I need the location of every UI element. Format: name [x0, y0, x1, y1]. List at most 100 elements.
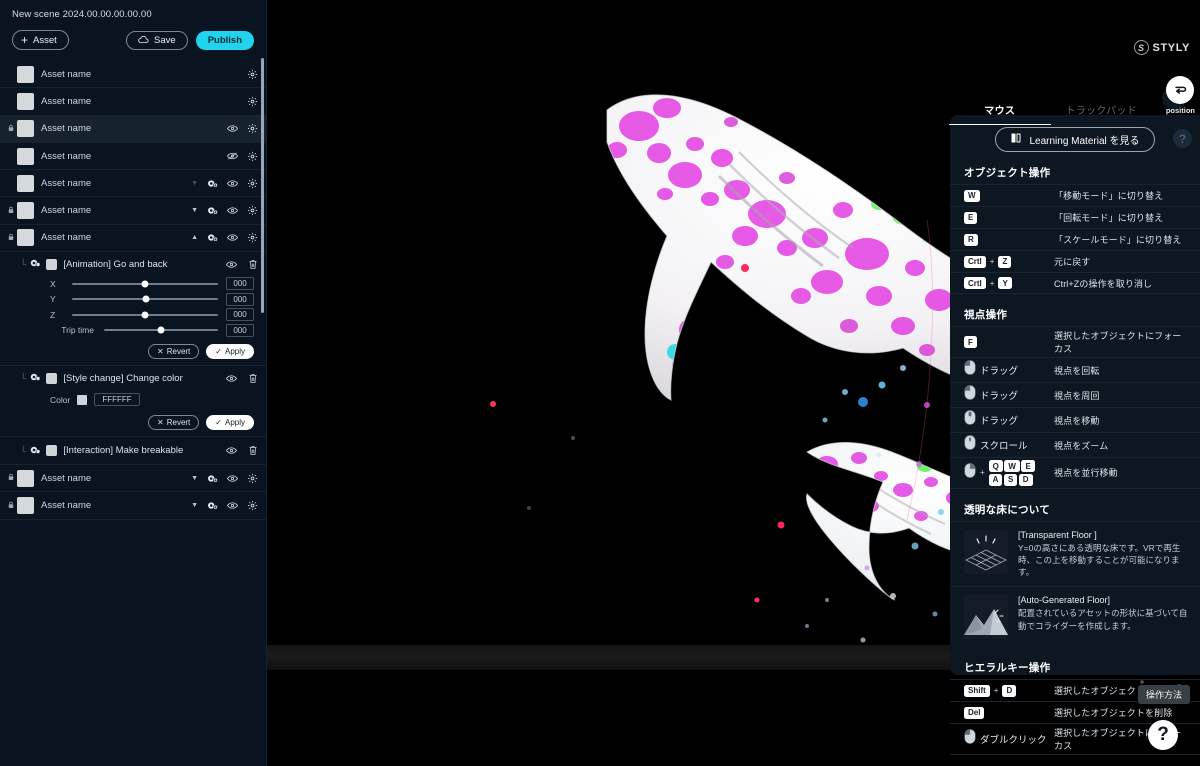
gear-icon[interactable]	[247, 69, 258, 80]
asset-row[interactable]: Asset name	[0, 143, 266, 171]
add-module-icon[interactable]	[207, 178, 218, 189]
trash-icon[interactable]	[247, 445, 258, 456]
lock-icon[interactable]	[6, 124, 15, 134]
asset-row-expanded[interactable]: Asset name ▲	[0, 225, 266, 253]
apply-button[interactable]: ✓ Apply	[206, 344, 254, 360]
eye-icon[interactable]	[226, 445, 237, 456]
slider-value-z[interactable]: 000	[226, 308, 254, 322]
add-asset-button[interactable]: + Asset	[12, 30, 69, 50]
chevron-up-icon[interactable]: ▲	[191, 234, 198, 241]
eye-icon[interactable]	[227, 473, 238, 484]
chevron-down-icon[interactable]: ▼	[191, 475, 198, 482]
slider-knob[interactable]	[157, 326, 165, 334]
key-d: D	[1018, 473, 1033, 486]
howto-tooltip[interactable]: 操作方法	[1137, 685, 1190, 704]
slider-value-trip-time[interactable]: 000	[226, 323, 254, 337]
chevron-down-icon[interactable]: ▼	[191, 207, 198, 214]
gear-icon[interactable]	[247, 205, 258, 216]
asset-row-icons	[227, 151, 258, 162]
learning-material-button[interactable]: Learning Material を見る	[995, 127, 1155, 152]
publish-button[interactable]: Publish	[195, 30, 254, 50]
gear-icon[interactable]	[247, 473, 258, 484]
panel-help-button[interactable]: ?	[1173, 129, 1192, 148]
asset-row-icons: ▼	[191, 205, 258, 216]
eye-icon[interactable]	[227, 500, 238, 511]
tab-trackpad[interactable]: トラックパッド	[1051, 102, 1153, 125]
revert-button[interactable]: ✕ Revert	[148, 415, 200, 431]
eye-icon[interactable]	[227, 205, 238, 216]
sidebar-scrollbar[interactable]	[261, 58, 264, 313]
eye-icon[interactable]	[226, 259, 237, 270]
wasd-keypad: Q W E A S D	[988, 460, 1035, 486]
lock-icon[interactable]	[6, 473, 15, 483]
eye-icon[interactable]	[226, 373, 237, 384]
chevron-down-icon[interactable]: ▼	[191, 180, 198, 187]
slider-knob[interactable]	[141, 311, 149, 319]
shortcut-keys: Shift + D	[964, 684, 1054, 697]
gear-icon[interactable]	[247, 151, 258, 162]
lock-icon[interactable]	[6, 206, 15, 216]
apply-button[interactable]: ✓ Apply	[206, 415, 254, 431]
tab-mouse[interactable]: マウス	[949, 102, 1051, 125]
chevron-down-icon[interactable]: ▼	[191, 502, 198, 509]
slider-track-z[interactable]	[72, 311, 218, 319]
slider-value-y[interactable]: 000	[226, 292, 254, 306]
save-button[interactable]: Save	[126, 30, 188, 50]
slider-value-x[interactable]: 000	[226, 277, 254, 291]
asset-row-selected[interactable]: Asset name	[0, 115, 266, 143]
gear-icon[interactable]	[247, 96, 258, 107]
add-module-icon[interactable]	[207, 205, 218, 216]
module-thumbnail	[46, 372, 58, 384]
gear-icon[interactable]	[247, 123, 258, 134]
module-header[interactable]: └ [Interaction] Make breakable	[8, 437, 258, 464]
add-module-icon[interactable]	[207, 232, 218, 243]
eye-off-icon[interactable]	[227, 151, 238, 162]
asset-row[interactable]: Asset name	[0, 61, 266, 89]
slider-knob[interactable]	[141, 280, 149, 288]
module-actions: ✕ Revert ✓ Apply	[8, 344, 258, 360]
lock-icon[interactable]	[6, 501, 15, 511]
add-module-icon[interactable]	[207, 500, 218, 511]
slider-knob[interactable]	[142, 295, 150, 303]
eye-icon[interactable]	[227, 123, 238, 134]
apply-label: Apply	[224, 418, 245, 428]
key-del: Del	[964, 706, 985, 719]
module-header[interactable]: └ [Animation] Go and back	[8, 252, 258, 276]
floor-card-title: [Auto-Generated Floor]	[1018, 595, 1111, 606]
revert-button[interactable]: ✕ Revert	[148, 344, 200, 360]
color-hex-input[interactable]: FFFFFF	[94, 393, 140, 407]
position-button[interactable]: position	[1166, 76, 1195, 115]
gear-icon[interactable]	[247, 178, 258, 189]
color-swatch[interactable]	[77, 394, 88, 405]
asset-name: Asset name	[41, 472, 92, 484]
trash-icon[interactable]	[247, 373, 258, 384]
section-title-object-ops: オブジェクト操作	[964, 167, 1051, 179]
lock-icon[interactable]	[6, 233, 15, 243]
asset-row[interactable]: Asset name ▼	[0, 170, 266, 198]
key-e: E	[1021, 460, 1035, 472]
add-module-icon[interactable]	[207, 473, 218, 484]
gear-icon[interactable]	[247, 232, 258, 243]
asset-row[interactable]: Asset name ▼	[0, 197, 266, 225]
asset-name: Asset name	[41, 150, 92, 162]
asset-name: Asset name	[41, 177, 92, 189]
asset-row[interactable]: Asset name ▼	[0, 465, 266, 493]
slider-track-trip-time[interactable]	[104, 326, 218, 334]
trash-icon[interactable]	[247, 259, 258, 270]
input-mode-tabs[interactable]: マウス トラックパッド	[949, 102, 1152, 125]
module-header[interactable]: └ [Style change] Change color	[8, 366, 258, 390]
help-button[interactable]: ?	[1148, 720, 1178, 750]
eye-icon[interactable]	[227, 178, 238, 189]
styly-logo: S STYLY	[1133, 40, 1190, 55]
module-icons	[226, 445, 258, 456]
slider-track-y[interactable]	[72, 295, 218, 303]
asset-row[interactable]: Asset name ▼	[0, 492, 266, 520]
asset-row[interactable]: Asset name	[0, 88, 266, 116]
asset-thumbnail	[17, 202, 34, 220]
shortcut-desc: 「移動モード」に切り替え	[1054, 191, 1164, 201]
shortcut-desc: 選択したオブジェクトを削除	[1054, 708, 1173, 719]
eye-icon[interactable]	[227, 232, 238, 243]
gear-icon[interactable]	[247, 500, 258, 511]
slider-track-x[interactable]	[72, 280, 218, 288]
color-label: Color	[50, 394, 71, 405]
